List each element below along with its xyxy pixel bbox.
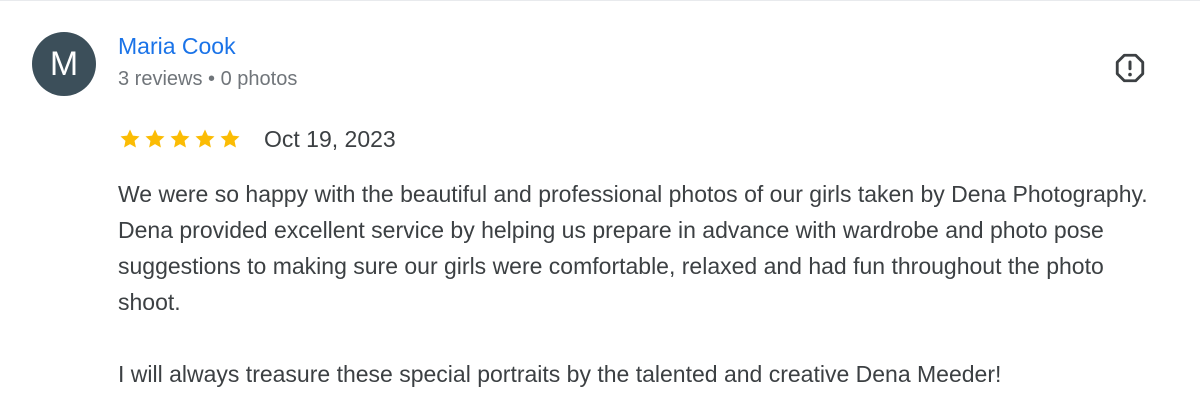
top-divider xyxy=(0,0,1200,1)
report-octagon-icon xyxy=(1115,53,1145,83)
rating-row: Oct 19, 2023 xyxy=(118,124,396,154)
star-icon xyxy=(195,129,215,148)
star-icon xyxy=(220,129,240,148)
star-rating xyxy=(118,127,243,151)
report-review-button[interactable] xyxy=(1111,49,1149,87)
avatar-initial: M xyxy=(49,44,79,83)
review-date: Oct 19, 2023 xyxy=(264,125,396,152)
author-meta: 3 reviews • 0 photos xyxy=(118,68,298,90)
star-icon xyxy=(170,129,190,148)
review-paragraph: I will always treasure these special por… xyxy=(118,361,1002,387)
star-icon xyxy=(120,129,140,148)
review-text: We were so happy with the beautiful and … xyxy=(118,176,1168,392)
star-icon xyxy=(145,129,165,148)
avatar[interactable]: M xyxy=(32,32,96,96)
author-name-link[interactable]: Maria Cook xyxy=(118,33,236,60)
review-paragraph: We were so happy with the beautiful and … xyxy=(118,181,1148,315)
